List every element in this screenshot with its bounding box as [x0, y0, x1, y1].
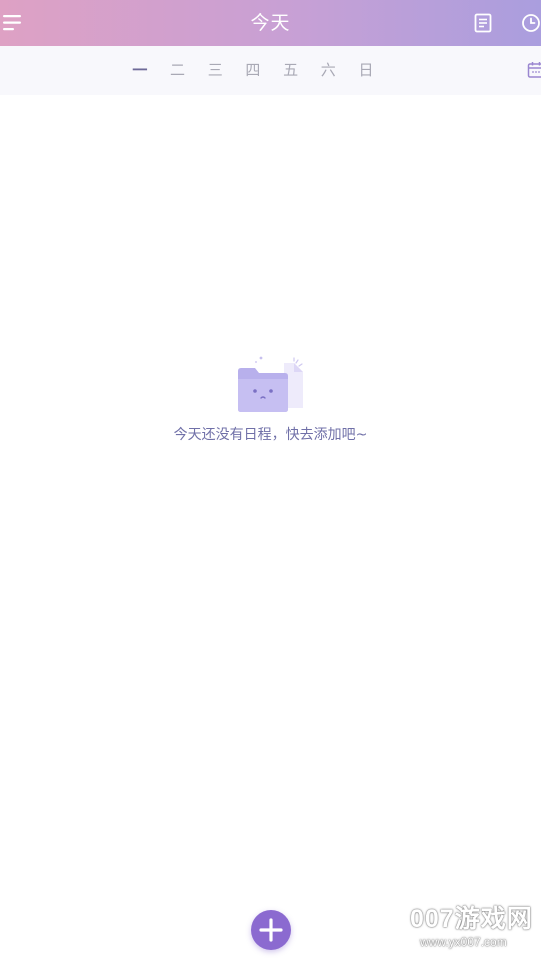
calendar-button[interactable] [526, 60, 541, 80]
weekday-thu[interactable]: 四 [234, 46, 272, 95]
weekday-sat[interactable]: 六 [309, 46, 347, 95]
calendar-icon [527, 62, 541, 78]
page-title: 今天 [250, 12, 291, 34]
notes-icon [474, 13, 492, 33]
watermark: 007游戏网 www.yx007.com [410, 904, 538, 956]
menu-button[interactable] [0, 12, 24, 34]
empty-folder-illustration [234, 353, 306, 415]
plus-icon [259, 918, 283, 942]
weekday-fri[interactable]: 五 [272, 46, 310, 95]
weekday-mon[interactable]: 一 [121, 46, 159, 95]
watermark-url: www.yx007.com [420, 935, 507, 949]
menu-icon [3, 15, 21, 31]
top-app-bar: 今天 [0, 0, 541, 46]
watermark-title: 007游戏网 [410, 905, 533, 933]
add-schedule-button[interactable] [251, 910, 291, 950]
week-selector: 一 二 三 四 五 六 日 [0, 46, 541, 95]
empty-folder-icon [238, 356, 303, 412]
weekday-sun[interactable]: 日 [347, 46, 385, 95]
clock-button[interactable] [519, 12, 541, 34]
week-days: 一 二 三 四 五 六 日 [121, 46, 385, 95]
empty-state-message: 今天还没有日程，快去添加吧~ [173, 427, 368, 443]
notes-button[interactable] [472, 12, 494, 34]
clock-icon [522, 14, 540, 32]
weekday-wed[interactable]: 三 [196, 46, 234, 95]
screen: 今天 一 二 三 四 五 六 日 今天还没有日程，快去添加吧~ 007游戏网 w… [0, 0, 541, 960]
weekday-tue[interactable]: 二 [159, 46, 197, 95]
